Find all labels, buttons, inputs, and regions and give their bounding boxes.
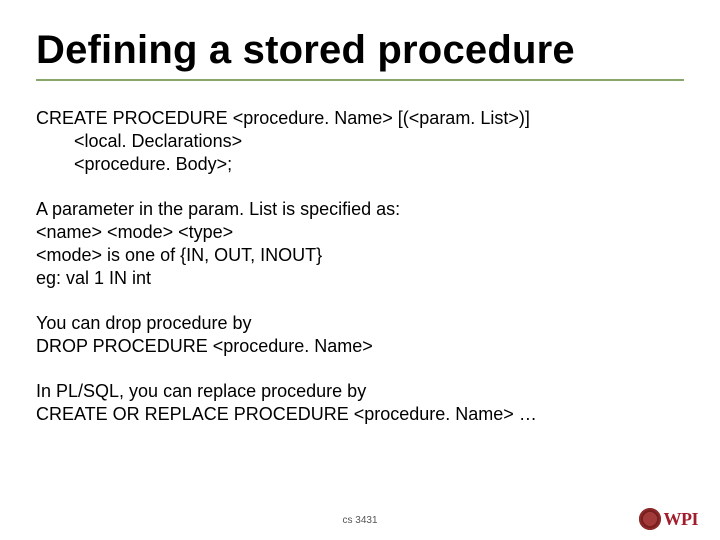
text-line: You can drop procedure by bbox=[36, 312, 684, 335]
text-line: CREATE OR REPLACE PROCEDURE <procedure. … bbox=[36, 403, 684, 426]
text-line: In PL/SQL, you can replace procedure by bbox=[36, 380, 684, 403]
wpi-seal-icon bbox=[639, 508, 661, 530]
paragraph: A parameter in the param. List is specif… bbox=[36, 198, 684, 290]
wpi-wordmark: WPI bbox=[664, 509, 699, 530]
code-block: CREATE PROCEDURE <procedure. Name> [(<pa… bbox=[36, 107, 684, 176]
code-line: CREATE PROCEDURE <procedure. Name> [(<pa… bbox=[36, 107, 684, 130]
paragraph: You can drop procedure by DROP PROCEDURE… bbox=[36, 312, 684, 358]
paragraph: In PL/SQL, you can replace procedure by … bbox=[36, 380, 684, 426]
wpi-logo: WPI bbox=[639, 508, 699, 530]
slide-title: Defining a stored procedure bbox=[36, 28, 684, 73]
footer-text: cs 3431 bbox=[0, 515, 720, 526]
text-line: <name> <mode> <type> bbox=[36, 221, 684, 244]
text-line: DROP PROCEDURE <procedure. Name> bbox=[36, 335, 684, 358]
code-line: <procedure. Body>; bbox=[36, 153, 684, 176]
slide-body: CREATE PROCEDURE <procedure. Name> [(<pa… bbox=[36, 107, 684, 426]
code-line: <local. Declarations> bbox=[36, 130, 684, 153]
slide: Defining a stored procedure CREATE PROCE… bbox=[0, 0, 720, 540]
text-line: <mode> is one of {IN, OUT, INOUT} bbox=[36, 244, 684, 267]
text-line: eg: val 1 IN int bbox=[36, 267, 684, 290]
title-underline bbox=[36, 79, 684, 81]
text-line: A parameter in the param. List is specif… bbox=[36, 198, 684, 221]
